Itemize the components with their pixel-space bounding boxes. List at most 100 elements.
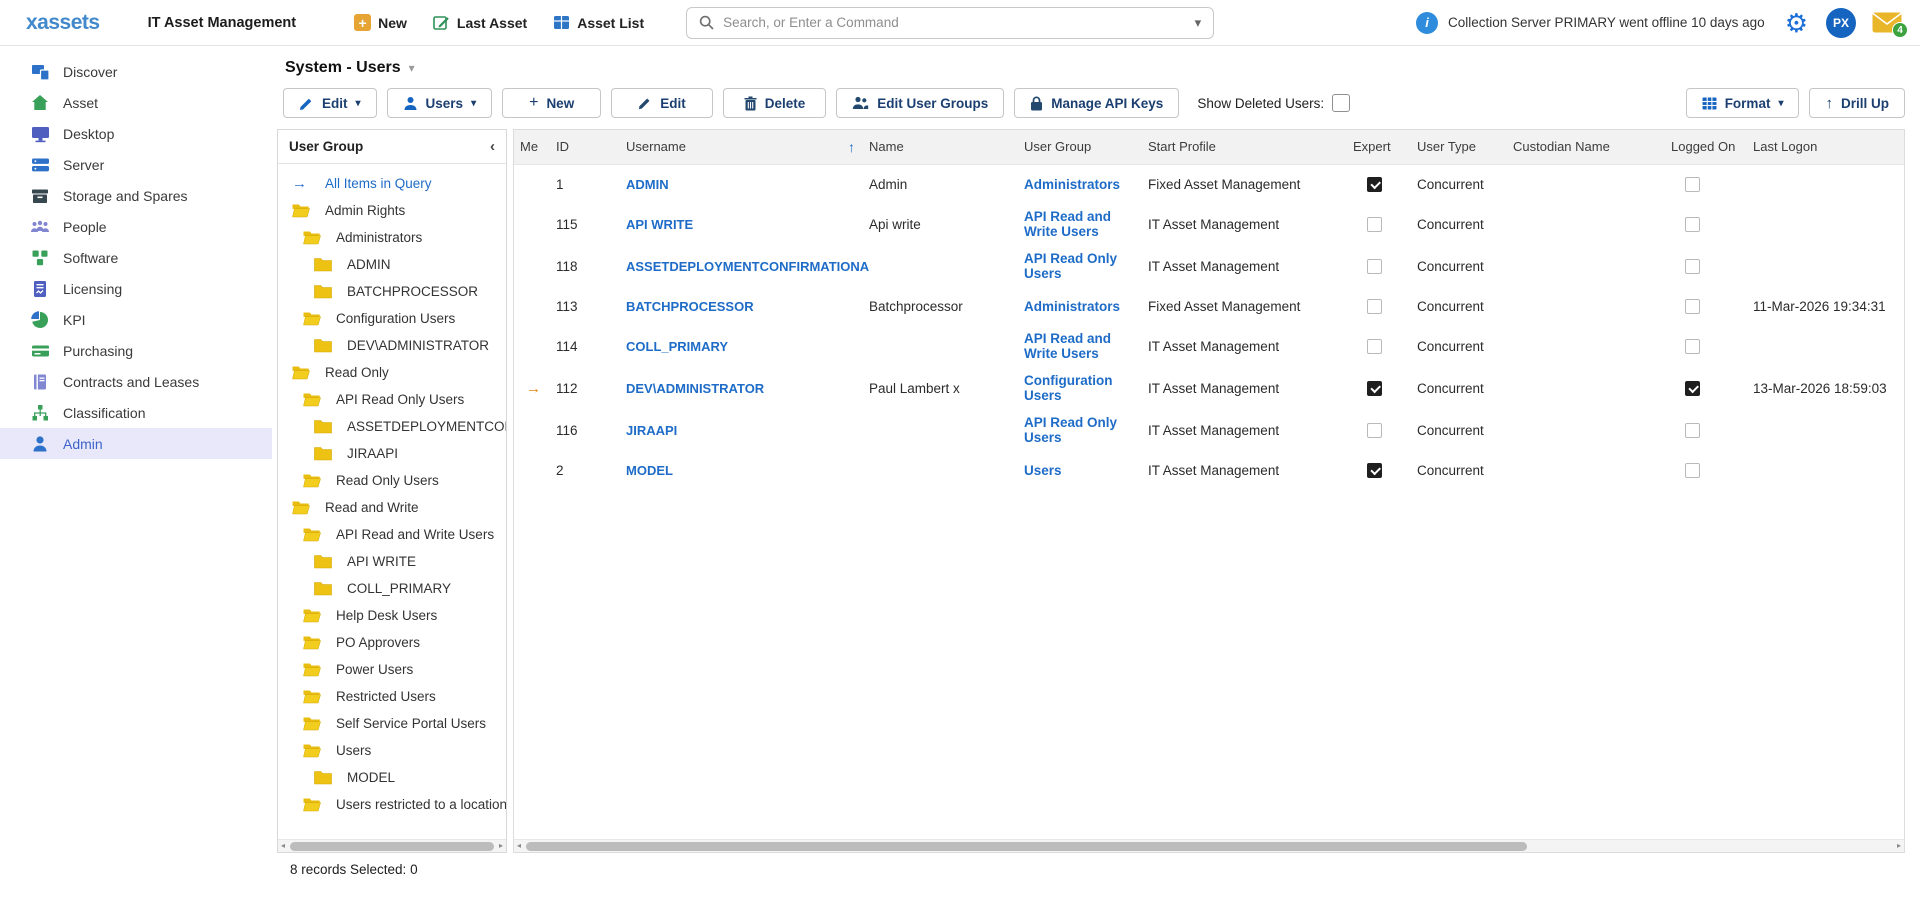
col-id[interactable]: ID	[556, 130, 626, 164]
grid-horizontal-scrollbar[interactable]: ◂▸	[514, 839, 1904, 852]
tree-item[interactable]: Read Only	[278, 359, 506, 386]
table-row-current-user[interactable]: → 112 DEV\ADMINISTRATOR Paul Lambert x C…	[514, 367, 1904, 409]
user-group-link[interactable]: Users	[1024, 457, 1148, 484]
col-custodian-name[interactable]: Custodian Name	[1513, 130, 1671, 164]
expert-checkbox[interactable]	[1367, 423, 1382, 438]
mail-button[interactable]: 4	[1872, 12, 1902, 33]
sidebar-item-discover[interactable]: Discover	[0, 56, 272, 87]
username-link[interactable]: MODEL	[626, 457, 869, 484]
avatar[interactable]: PX	[1826, 8, 1856, 38]
sidebar-item-classification[interactable]: Classification	[0, 397, 272, 428]
show-deleted-users-checkbox[interactable]	[1332, 94, 1350, 112]
logged-on-checkbox[interactable]	[1685, 299, 1700, 314]
tree-item[interactable]: DEV\ADMINISTRATOR	[278, 332, 506, 359]
tree-item[interactable]: Users	[278, 737, 506, 764]
sidebar-item-kpi[interactable]: KPI	[0, 304, 272, 335]
logged-on-checkbox[interactable]	[1685, 259, 1700, 274]
table-row[interactable]: 118 ASSETDEPLOYMENTCONFIRMATIONACC API R…	[514, 245, 1904, 287]
sidebar-item-licensing[interactable]: Licensing	[0, 273, 272, 304]
tree-item[interactable]: PO Approvers	[278, 629, 506, 656]
chevron-down-icon[interactable]: ▾	[1195, 15, 1202, 31]
tree-item[interactable]: API WRITE	[278, 548, 506, 575]
logged-on-checkbox[interactable]	[1685, 423, 1700, 438]
expert-checkbox[interactable]	[1367, 339, 1382, 354]
search-input[interactable]	[723, 15, 1185, 30]
tree-item[interactable]: API Read and Write Users	[278, 521, 506, 548]
edit-menu-button[interactable]: Edit ▾	[283, 88, 377, 118]
logged-on-checkbox[interactable]	[1685, 177, 1700, 192]
user-group-link[interactable]: Administrators	[1024, 293, 1148, 320]
tree-item[interactable]: COLL_PRIMARY	[278, 575, 506, 602]
tree-item[interactable]: Users restricted to a location	[278, 791, 506, 818]
tree-item[interactable]: ASSETDEPLOYMENTCONFIRMATIONACC	[278, 413, 506, 440]
tree-item[interactable]: Restricted Users	[278, 683, 506, 710]
table-row[interactable]: 115 API WRITE Api write API Read and Wri…	[514, 203, 1904, 245]
sidebar-item-desktop[interactable]: Desktop	[0, 118, 272, 149]
table-row[interactable]: 1 ADMIN Admin Administrators Fixed Asset…	[514, 165, 1904, 203]
format-button[interactable]: Format ▾	[1686, 88, 1800, 118]
tree-item[interactable]: MODEL	[278, 764, 506, 791]
tree-item[interactable]: Self Service Portal Users	[278, 710, 506, 737]
sidebar-item-admin[interactable]: Admin	[0, 428, 272, 459]
table-row[interactable]: 116 JIRAAPI API Read Only Users IT Asset…	[514, 409, 1904, 451]
col-me[interactable]: Me	[520, 130, 556, 164]
tree-item[interactable]: JIRAAPI	[278, 440, 506, 467]
expert-checkbox[interactable]	[1367, 381, 1382, 396]
logged-on-checkbox[interactable]	[1685, 381, 1700, 396]
col-user-type[interactable]: User Type	[1417, 130, 1513, 164]
edit-button[interactable]: Edit	[611, 88, 713, 118]
logged-on-checkbox[interactable]	[1685, 217, 1700, 232]
username-link[interactable]: BATCHPROCESSOR	[626, 293, 869, 320]
tree-item[interactable]: ADMIN	[278, 251, 506, 278]
collapse-panel-icon[interactable]: ‹	[490, 138, 495, 155]
table-row[interactable]: 114 COLL_PRIMARY API Read and Write User…	[514, 325, 1904, 367]
expert-checkbox[interactable]	[1367, 259, 1382, 274]
tree-item[interactable]: Admin Rights	[278, 197, 506, 224]
sidebar-item-contracts-and-leases[interactable]: Contracts and Leases	[0, 366, 272, 397]
drill-up-button[interactable]: ↑ Drill Up	[1809, 88, 1905, 118]
expert-checkbox[interactable]	[1367, 177, 1382, 192]
user-group-link[interactable]: Configuration Users	[1024, 367, 1148, 409]
edit-user-groups-button[interactable]: Edit User Groups	[836, 88, 1004, 118]
delete-button[interactable]: Delete	[723, 88, 827, 118]
last-asset-button[interactable]: Last Asset	[433, 14, 527, 31]
logged-on-checkbox[interactable]	[1685, 339, 1700, 354]
col-start-profile[interactable]: Start Profile	[1148, 130, 1353, 164]
sidebar-item-storage-and-spares[interactable]: Storage and Spares	[0, 180, 272, 211]
sidebar-item-server[interactable]: Server	[0, 149, 272, 180]
tree-item-all-items-in-query[interactable]: →All Items in Query	[278, 170, 506, 197]
table-row[interactable]: 113 BATCHPROCESSOR Batchprocessor Admini…	[514, 287, 1904, 325]
col-user-group[interactable]: User Group	[1024, 130, 1148, 164]
username-link[interactable]: ASSETDEPLOYMENTCONFIRMATIONACC	[626, 253, 869, 280]
new-button[interactable]: + New	[502, 88, 601, 118]
sidebar-item-people[interactable]: People	[0, 211, 272, 242]
gear-icon[interactable]: ⚙	[1785, 10, 1808, 36]
sidebar-item-asset[interactable]: Asset	[0, 87, 272, 118]
col-expert[interactable]: Expert	[1353, 130, 1417, 164]
col-username[interactable]: Username ↑	[626, 130, 869, 164]
users-menu-button[interactable]: Users ▾	[387, 88, 493, 118]
tree-item[interactable]: Read and Write	[278, 494, 506, 521]
col-name[interactable]: Name	[869, 130, 1024, 164]
tree-item[interactable]: Administrators	[278, 224, 506, 251]
scrollbar-thumb[interactable]	[526, 842, 1527, 851]
username-link[interactable]: JIRAAPI	[626, 417, 869, 444]
sidebar-item-purchasing[interactable]: Purchasing	[0, 335, 272, 366]
user-group-link[interactable]: API Read Only Users	[1024, 245, 1148, 287]
logged-on-checkbox[interactable]	[1685, 463, 1700, 478]
user-group-link[interactable]: API Read Only Users	[1024, 409, 1148, 451]
user-group-link[interactable]: API Read and Write Users	[1024, 325, 1148, 367]
expert-checkbox[interactable]	[1367, 217, 1382, 232]
asset-list-button[interactable]: Asset List	[553, 14, 644, 31]
tree-item[interactable]: Read Only Users	[278, 467, 506, 494]
manage-api-keys-button[interactable]: Manage API Keys	[1014, 88, 1179, 118]
sidebar-item-software[interactable]: Software	[0, 242, 272, 273]
scrollbar-thumb[interactable]	[290, 842, 494, 851]
tree-horizontal-scrollbar[interactable]: ◂▸	[278, 839, 506, 852]
tree-item[interactable]: BATCHPROCESSOR	[278, 278, 506, 305]
col-last-logon[interactable]: Last Logon	[1753, 130, 1903, 164]
username-link[interactable]: ADMIN	[626, 171, 869, 198]
tree-item[interactable]: API Read Only Users	[278, 386, 506, 413]
tree-item[interactable]: Help Desk Users	[278, 602, 506, 629]
table-row[interactable]: 2 MODEL Users IT Asset Management Concur…	[514, 451, 1904, 489]
